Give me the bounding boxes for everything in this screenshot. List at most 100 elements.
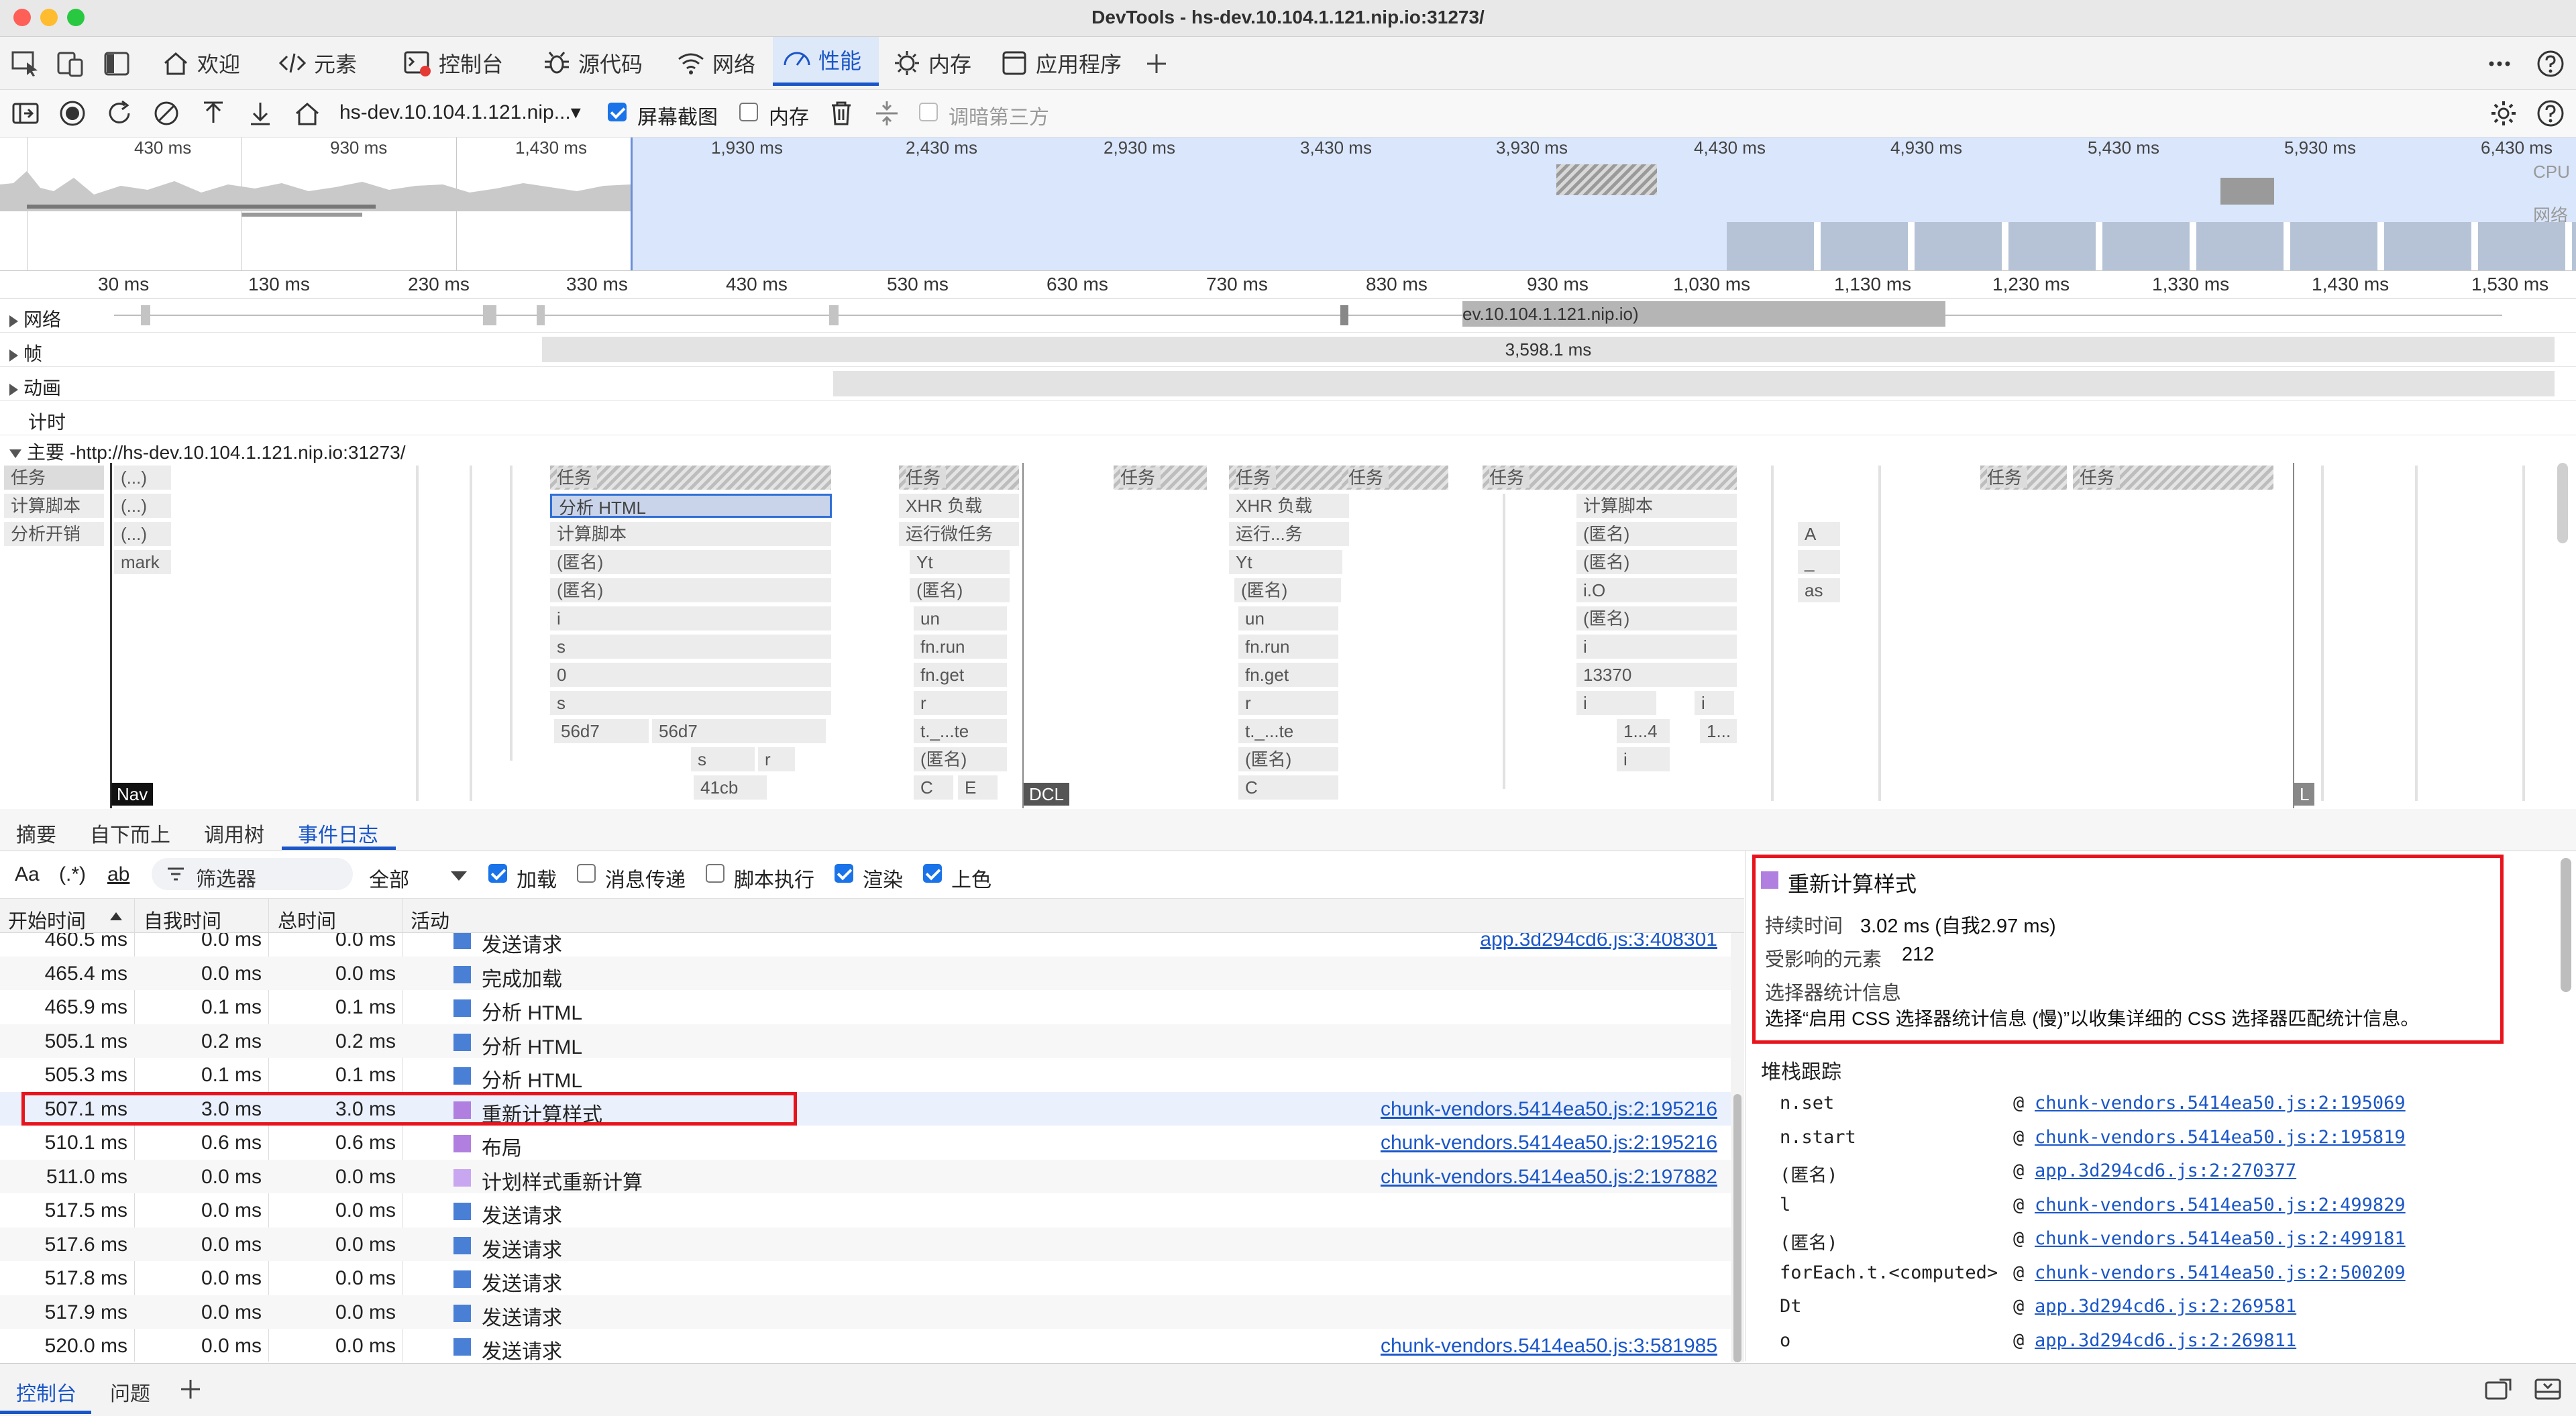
inspect-element-icon[interactable] [11, 50, 40, 77]
flame-entry[interactable]: r [1238, 691, 1339, 715]
close-drawer-icon[interactable] [2533, 1377, 2563, 1401]
home-icon[interactable] [292, 99, 322, 128]
flame-entry[interactable]: un [1238, 606, 1339, 631]
collapse-arrow-icon[interactable] [9, 449, 21, 459]
stack-source-link[interactable]: chunk-vendors.5414ea50.js:2:195819 [2035, 1127, 2406, 1148]
flame-entry[interactable]: mark [114, 550, 172, 574]
flame-entry[interactable]: (匿名) [1234, 578, 1342, 602]
flame-entry[interactable]: i.O [1576, 578, 1737, 602]
tab-console[interactable]: 控制台 [402, 37, 517, 89]
flame-entry[interactable]: s [550, 635, 832, 659]
flame-entry[interactable]: 41cb [694, 775, 767, 800]
flame-entry-selected[interactable]: 分析 HTML [550, 494, 832, 518]
whole-word-button[interactable]: ab [107, 863, 129, 886]
tab-elements[interactable]: 元素 [278, 37, 372, 89]
table-row[interactable]: 517.5 ms 0.0 ms 0.0 ms 发送请求 [0, 1193, 1731, 1228]
tab-summary[interactable]: 摘要 [16, 818, 56, 848]
filter-input[interactable]: 筛选器 [152, 858, 353, 891]
clear-icon[interactable] [152, 99, 181, 128]
source-link[interactable]: chunk-vendors.5414ea50.js:2:195216 [1381, 1132, 1717, 1154]
memory-checkbox[interactable] [739, 103, 758, 121]
flame-entry[interactable]: Yt [910, 550, 1010, 574]
download-profile-icon[interactable] [246, 99, 275, 128]
flame-entry[interactable]: (匿名) [910, 578, 1010, 602]
profile-select[interactable]: hs-dev.10.104.1.121.nip...▾ [339, 101, 581, 124]
flame-entry[interactable]: fn.run [914, 635, 1008, 659]
flame-entry[interactable]: 1...4 [1617, 719, 1670, 743]
collapse-tracks-icon[interactable] [872, 99, 902, 128]
tab-call-tree[interactable]: 调用树 [204, 818, 264, 848]
table-row[interactable]: 517.6 ms 0.0 ms 0.0 ms 发送请求 [0, 1227, 1731, 1262]
source-link[interactable]: chunk-vendors.5414ea50.js:3:581985 [1381, 1335, 1717, 1358]
add-tab-icon[interactable] [1144, 52, 1169, 76]
stack-source-link[interactable]: chunk-vendors.5414ea50.js:2:499181 [2035, 1228, 2406, 1249]
flame-entry[interactable]: 56d7 [554, 719, 649, 743]
flame-entry[interactable]: i [550, 606, 832, 631]
scripting-checkbox[interactable] [706, 864, 724, 883]
category-select[interactable]: 全部 [369, 863, 409, 893]
flame-entry[interactable]: (匿名) [550, 550, 832, 574]
flame-entry[interactable]: r [758, 747, 796, 771]
tab-bottom-up[interactable]: 自下而上 [90, 818, 170, 848]
expand-arrow-icon[interactable] [9, 383, 18, 396]
flame-entry[interactable]: 1... [1700, 719, 1737, 743]
undock-drawer-icon[interactable] [2483, 1377, 2513, 1401]
painting-checkbox[interactable] [923, 864, 942, 883]
table-row[interactable]: 517.9 ms 0.0 ms 0.0 ms 发送请求 [0, 1295, 1731, 1329]
table-row[interactable]: 465.4 ms 0.0 ms 0.0 ms 完成加载 [0, 956, 1731, 991]
column-start-time[interactable]: 开始时间 [8, 906, 86, 934]
flame-entry[interactable]: i [1576, 635, 1737, 659]
flame-entry[interactable]: Yt [1229, 550, 1343, 574]
flame-entry[interactable]: 任务 [1114, 466, 1208, 490]
table-scrollbar[interactable] [1731, 933, 1744, 1362]
loading-checkbox[interactable] [488, 864, 507, 883]
load-marker[interactable]: L [2294, 783, 2315, 806]
screenshot-strip[interactable] [1727, 222, 2576, 270]
stack-source-link[interactable]: chunk-vendors.5414ea50.js:2:500209 [2035, 1262, 2406, 1283]
flame-entry[interactable]: 运行微任务 [899, 522, 1020, 546]
stack-source-link[interactable]: chunk-vendors.5414ea50.js:2:499829 [2035, 1195, 2406, 1215]
flame-entry[interactable]: 计算脚本 [550, 522, 832, 546]
flame-entry[interactable]: (...) [114, 522, 172, 546]
screenshots-checkbox[interactable] [608, 103, 627, 121]
flame-entry[interactable]: 任务 [1980, 466, 2068, 490]
animations-track[interactable]: 动画 [0, 367, 2576, 401]
table-row[interactable]: 510.1 ms 0.6 ms 0.6 ms 布局 chunk-vendors.5414… [0, 1126, 1731, 1160]
table-row[interactable]: 520.0 ms 0.0 ms 0.0 ms 发送请求 chunk-vendors.54… [0, 1329, 1731, 1362]
flame-entry[interactable]: XHR 负载 [899, 494, 1020, 518]
rendering-checkbox[interactable] [835, 864, 853, 883]
main-thread-flame-chart[interactable]: 任务 计算脚本 分析开销 (...) (...) (...) mark 任务 分… [0, 463, 2576, 808]
flame-entry[interactable]: (...) [114, 466, 172, 490]
table-row[interactable]: 460.5 ms 0.0 ms 0.0 ms 发送请求 app.3d294cd6.js:… [0, 933, 1731, 957]
main-thread-track-header[interactable]: 主要 -http://hs-dev.10.104.1.121.nip.io:31… [0, 435, 2576, 463]
drawer-tab-issues[interactable]: 问题 [110, 1377, 150, 1407]
dim-third-party-checkbox[interactable] [919, 103, 938, 121]
flame-entry[interactable]: (匿名) [914, 747, 1008, 771]
flame-entry[interactable]: E [958, 775, 998, 800]
tab-welcome[interactable]: 欢迎 [161, 37, 255, 89]
timeline-overview[interactable]: 430 ms 930 ms 1,430 ms 1,930 ms 2,430 ms… [0, 138, 2576, 271]
flame-entry[interactable]: _ [1798, 550, 1841, 574]
column-activity[interactable]: 活动 [411, 906, 449, 934]
table-row[interactable]: 505.3 ms 0.1 ms 0.1 ms 分析 HTML [0, 1058, 1731, 1092]
flame-entry[interactable]: i [1576, 691, 1657, 715]
flame-entry[interactable]: A [1798, 522, 1841, 546]
frame-bar[interactable]: 3,598.1 ms [542, 337, 2555, 362]
trash-icon[interactable] [826, 99, 856, 128]
flame-entry[interactable]: 任务 [1229, 466, 1350, 490]
table-row[interactable]: 465.9 ms 0.1 ms 0.1 ms 分析 HTML [0, 990, 1731, 1024]
flame-entry[interactable]: 任务 [899, 466, 1020, 490]
stack-source-link[interactable]: app.3d294cd6.js:2:270377 [2035, 1160, 2296, 1181]
flame-entry[interactable]: (匿名) [1576, 606, 1737, 631]
tab-performance[interactable]: 性能 [773, 37, 879, 86]
source-link[interactable]: app.3d294cd6.js:3:408301 [1480, 933, 1717, 951]
source-link[interactable]: chunk-vendors.5414ea50.js:2:195216 [1381, 1098, 1717, 1121]
flame-entry[interactable]: s [691, 747, 755, 771]
flame-entry[interactable]: C [1238, 775, 1339, 800]
device-toolbar-icon[interactable] [56, 50, 86, 77]
regex-button[interactable]: (.*) [59, 863, 86, 886]
column-total-time[interactable]: 总时间 [278, 906, 336, 934]
navigation-marker[interactable]: Nav [111, 783, 154, 806]
frames-track[interactable]: 帧 3,598.1 ms [0, 333, 2576, 367]
flame-entry[interactable]: 运行...务 [1229, 522, 1350, 546]
